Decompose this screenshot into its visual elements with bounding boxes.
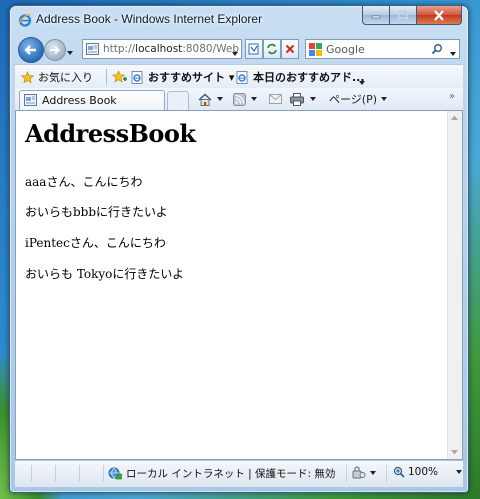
minimize-icon: [371, 15, 381, 19]
refresh-button[interactable]: [263, 39, 281, 59]
google-logo-icon: [309, 43, 322, 56]
zoom-control[interactable]: 100%: [393, 466, 463, 478]
favorite-item-label: おすすめサイト ▾: [148, 71, 235, 84]
address-dropdown[interactable]: [232, 46, 238, 59]
compatibility-view-button[interactable]: [245, 39, 263, 59]
status-divider: [55, 465, 56, 482]
greeting-line: aaaさん、こんにちわ: [25, 175, 143, 189]
compatibility-view-icon: [248, 43, 259, 55]
zoom-dropdown[interactable]: [456, 470, 463, 474]
page-content-area: AddressBook aaaさん、こんにちわ おいらもbbbに行きたいよ iP…: [15, 110, 463, 460]
search-provider-dropdown[interactable]: [450, 46, 456, 59]
search-placeholder: Google: [326, 43, 365, 56]
home-button[interactable]: [198, 91, 223, 107]
favorites-button[interactable]: お気に入り: [21, 69, 93, 85]
tab-command-bar: Address Book ページ(P) »: [15, 88, 463, 110]
close-window-button[interactable]: [417, 6, 462, 25]
mail-icon: [269, 94, 282, 104]
stop-button[interactable]: [281, 39, 299, 59]
status-divider: [346, 465, 347, 482]
safety-filter-button[interactable]: [352, 466, 376, 479]
security-zone-indicator[interactable]: ローカル イントラネット | 保護モード: 無効: [108, 466, 335, 481]
status-divider: [31, 465, 32, 482]
forward-button[interactable]: [44, 39, 66, 61]
feeds-button[interactable]: [233, 91, 257, 107]
add-favorite-button[interactable]: [112, 69, 127, 85]
printer-icon: [290, 92, 304, 106]
refresh-icon: [267, 43, 277, 55]
url-scheme: http://: [103, 43, 136, 55]
browser-window: Address Book - Windows Internet Explorer: [9, 5, 469, 493]
destination-line: おいらも Tokyoに行きたいよ: [25, 267, 185, 281]
new-tab-button[interactable]: [167, 91, 189, 110]
scroll-down-arrow-icon[interactable]: [451, 450, 458, 455]
favorite-item-label: 本日のおすすめアド...: [253, 71, 365, 84]
tab-address-book[interactable]: Address Book: [19, 90, 165, 110]
favorites-label: お気に入り: [38, 71, 93, 84]
close-icon: [434, 9, 444, 21]
zone-text: ローカル イントラネット | 保護モード: 無効: [126, 468, 336, 480]
address-bar[interactable]: http://localhost:8080/Web: [82, 39, 242, 59]
ie-logo-icon: [18, 14, 32, 27]
favorites-overflow-dropdown[interactable]: [359, 75, 365, 88]
back-arrow-icon: [24, 45, 36, 55]
favorite-item-recommended-sites[interactable]: おすすめサイト ▾: [131, 69, 234, 85]
page-menu-label: ページ(P): [329, 93, 377, 106]
status-divider: [386, 465, 387, 482]
back-button[interactable]: [18, 37, 44, 63]
stop-icon: [285, 44, 295, 54]
caption-buttons: [362, 6, 462, 25]
recent-pages-dropdown[interactable]: [67, 45, 73, 58]
intranet-zone-icon: [108, 467, 122, 480]
destination-line: おいらもbbbに行きたいよ: [25, 205, 168, 219]
read-mail-button[interactable]: [269, 91, 282, 107]
navigation-bar: http://localhost:8080/Web Google: [10, 34, 468, 64]
star-icon: [21, 70, 34, 83]
maximize-icon: [398, 10, 408, 19]
page-favicon-icon: [86, 43, 99, 55]
favorites-separator: [106, 69, 107, 85]
favorites-bar: お気に入り おすすめサイト ▾ 本日のおすすめアド...: [15, 64, 463, 89]
page-heading: AddressBook: [25, 119, 196, 148]
window-title: Address Book - Windows Internet Explorer: [36, 12, 263, 26]
ie-page-icon: [236, 70, 248, 84]
print-button[interactable]: [290, 91, 316, 107]
zoom-magnifier-icon: [393, 466, 405, 478]
rss-feed-icon: [233, 92, 246, 106]
home-icon: [198, 93, 212, 106]
status-bar: ローカル イントラネット | 保護モード: 無効 100%: [15, 460, 463, 487]
minimize-button[interactable]: [362, 6, 390, 25]
ie-page-icon: [131, 70, 143, 84]
status-divider: [79, 465, 80, 482]
forward-arrow-icon: [50, 45, 60, 55]
command-bar-overflow-chevron[interactable]: »: [449, 88, 455, 104]
page-favicon-icon: [24, 94, 37, 106]
url-path: :8080/Web: [182, 43, 240, 55]
search-box[interactable]: Google: [305, 39, 460, 59]
page-body: AddressBook aaaさん、こんにちわ おいらもbbbに行きたいよ iP…: [25, 119, 445, 281]
status-divider: [103, 465, 104, 482]
greeting-line: iPentecさん、こんにちわ: [25, 236, 166, 250]
vertical-scrollbar[interactable]: [447, 111, 462, 459]
url-text: http://localhost:8080/Web: [103, 43, 239, 55]
scroll-up-arrow-icon[interactable]: [451, 115, 458, 120]
add-to-favorites-icon: [112, 70, 127, 83]
title-bar: Address Book - Windows Internet Explorer: [10, 6, 468, 32]
search-icon[interactable]: [431, 43, 443, 55]
url-host: localhost: [135, 43, 183, 55]
page-menu-button[interactable]: ページ(P): [329, 91, 387, 107]
lock-gear-icon: [352, 466, 366, 479]
tab-label: Address Book: [42, 94, 117, 107]
zoom-level: 100%: [408, 466, 439, 478]
favorite-item-daily-addons[interactable]: 本日のおすすめアド...: [236, 69, 365, 85]
maximize-button[interactable]: [390, 6, 417, 25]
